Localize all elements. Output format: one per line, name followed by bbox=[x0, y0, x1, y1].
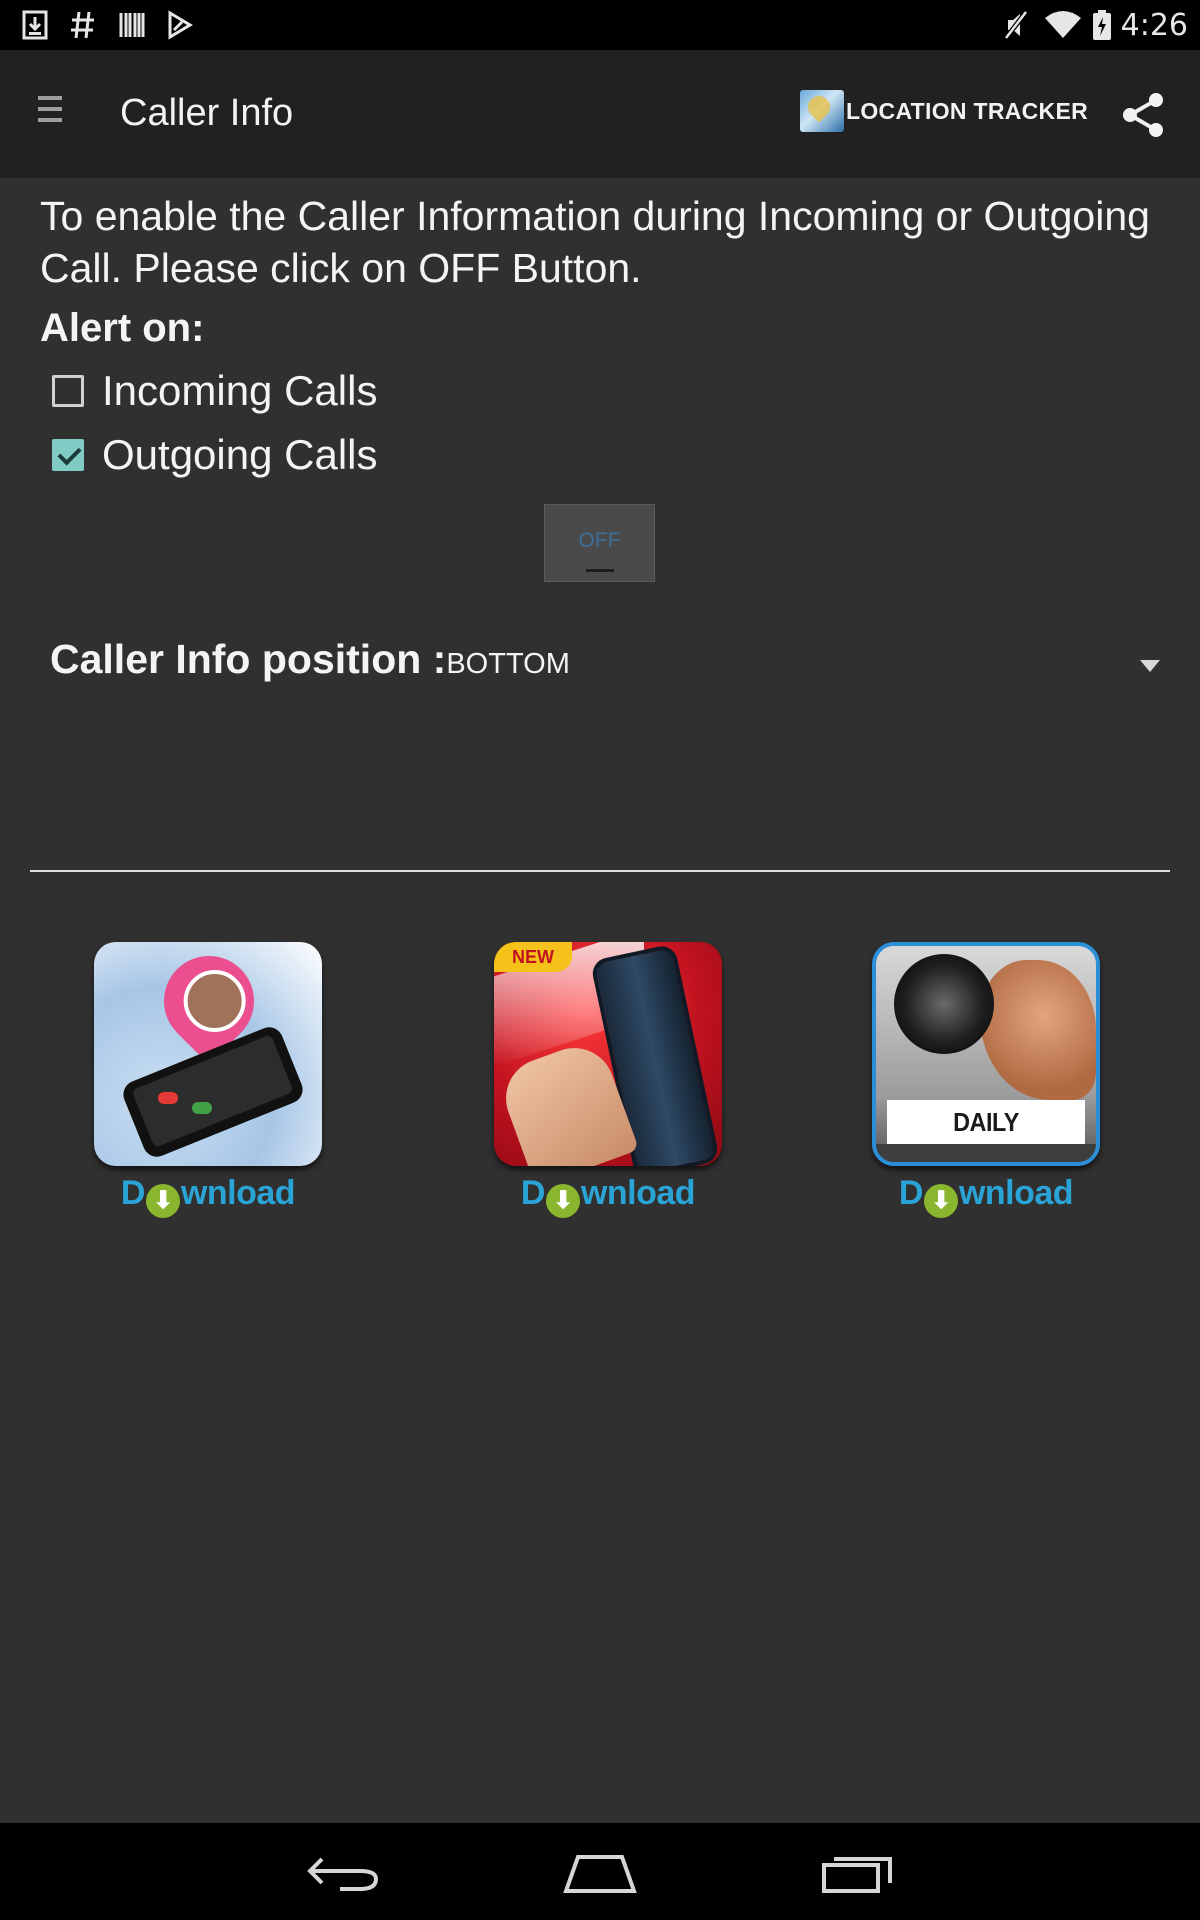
status-time: 4:26 bbox=[1120, 8, 1188, 43]
incoming-calls-label: Incoming Calls bbox=[102, 367, 378, 414]
mute-icon bbox=[1004, 10, 1028, 40]
daily-workouts-banner: DAILY WORKOUTS bbox=[887, 1100, 1085, 1162]
action-bar: Caller Info LOCATION TRACKER bbox=[0, 50, 1200, 178]
location-tracker-label: LOCATION TRACKER bbox=[846, 97, 1089, 124]
share-icon[interactable] bbox=[1118, 90, 1168, 140]
play-store-icon bbox=[168, 10, 193, 40]
toggle-indicator bbox=[586, 569, 614, 572]
caller-locator-app-icon[interactable] bbox=[94, 942, 322, 1166]
instructions-text: To enable the Caller Information during … bbox=[40, 193, 1150, 291]
position-label: Caller Info position : bbox=[50, 636, 447, 682]
back-icon[interactable] bbox=[304, 1849, 384, 1895]
outgoing-calls-label: Outgoing Calls bbox=[102, 431, 378, 478]
download-link[interactable]: D ⬇ wnload bbox=[88, 1174, 328, 1218]
location-tracker-button[interactable]: LOCATION TRACKER bbox=[800, 88, 1088, 134]
promo-app-clap-flashlight[interactable]: NEW D ⬇ wnload bbox=[488, 942, 728, 1222]
download-link[interactable]: D ⬇ wnload bbox=[488, 1174, 728, 1218]
dropdown-arrow-icon[interactable] bbox=[1140, 660, 1160, 672]
page-title: Caller Info bbox=[120, 92, 294, 134]
navigation-bar bbox=[0, 1823, 1200, 1920]
download-arrow-icon: ⬇ bbox=[545, 1184, 580, 1218]
hamburger-icon[interactable] bbox=[38, 96, 62, 126]
caller-info-position-spinner[interactable]: Caller Info position :BOTTOM bbox=[50, 636, 1160, 696]
status-bar: 4:26 bbox=[0, 0, 1200, 50]
home-icon[interactable] bbox=[560, 1849, 640, 1895]
position-value: BOTTOM bbox=[446, 648, 570, 680]
incoming-calls-checkbox[interactable]: Incoming Calls bbox=[52, 365, 377, 417]
alert-on-label: Alert on: bbox=[40, 306, 205, 350]
off-toggle-button[interactable]: OFF bbox=[544, 504, 655, 582]
toggle-label: OFF bbox=[578, 529, 621, 552]
recents-icon[interactable] bbox=[818, 1849, 898, 1895]
download-link[interactable]: D ⬇ wnload bbox=[866, 1174, 1106, 1218]
download-icon bbox=[22, 10, 48, 40]
checkbox-unchecked-icon[interactable] bbox=[52, 375, 84, 407]
wifi-icon bbox=[1045, 11, 1081, 38]
location-tracker-logo-icon bbox=[800, 90, 844, 132]
battery-icon bbox=[1093, 10, 1111, 40]
promo-app-caller-locator[interactable]: D ⬇ wnload bbox=[88, 942, 328, 1222]
promo-app-daily-workouts[interactable]: DAILY WORKOUTS D⬇wnload bbox=[866, 942, 1106, 1222]
hash-icon bbox=[71, 11, 94, 39]
new-badge: NEW bbox=[494, 942, 572, 972]
clap-flashlight-app-icon[interactable]: NEW bbox=[494, 942, 722, 1166]
download-arrow-icon: ⬇ bbox=[923, 1184, 958, 1218]
daily-workouts-app-icon[interactable]: DAILY WORKOUTS bbox=[872, 942, 1100, 1166]
checkbox-checked-icon[interactable] bbox=[52, 439, 84, 471]
barcode-icon bbox=[119, 13, 145, 37]
download-arrow-icon: ⬇ bbox=[145, 1184, 180, 1218]
divider bbox=[30, 870, 1170, 872]
outgoing-calls-checkbox[interactable]: Outgoing Calls bbox=[52, 429, 377, 481]
